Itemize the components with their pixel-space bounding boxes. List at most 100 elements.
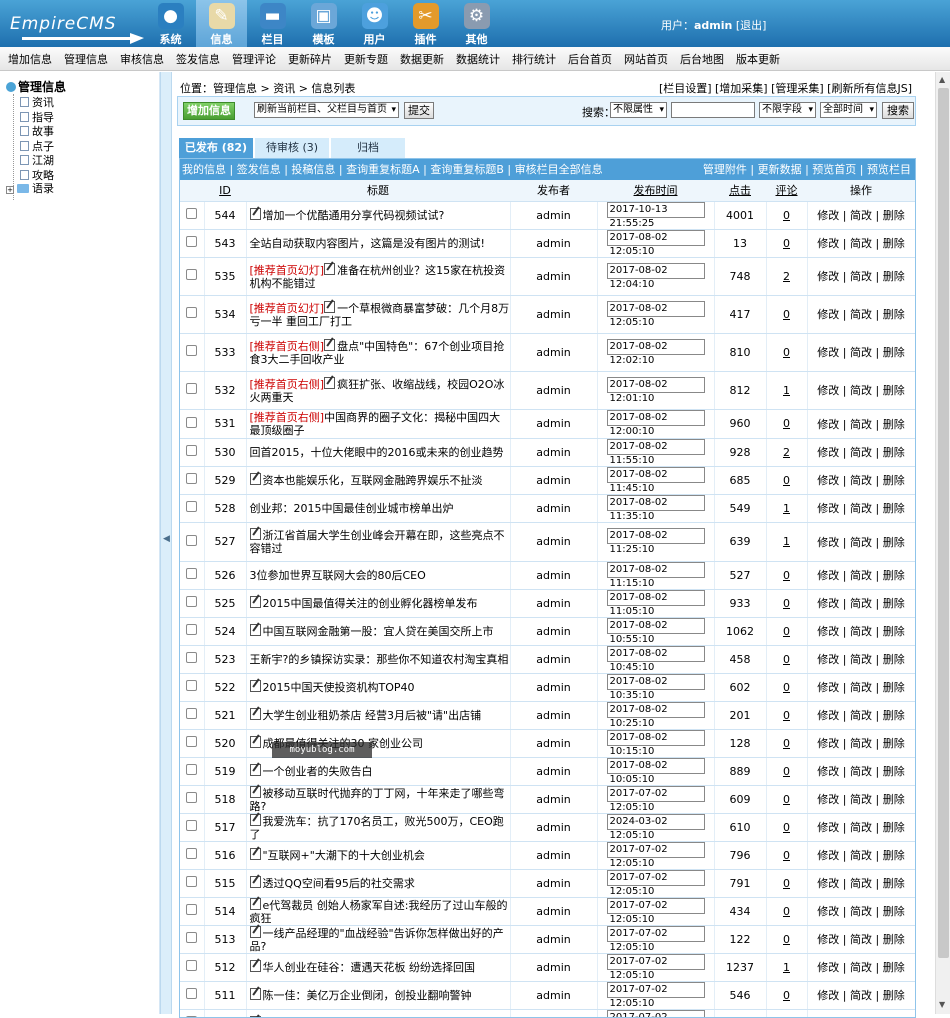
nav-2[interactable]: ▬栏目 bbox=[247, 0, 298, 47]
add-info-button[interactable]: 增加信息 bbox=[183, 102, 235, 120]
row-title[interactable]: 回首2015，十位大佬眼中的2016或未来的创业趋势 bbox=[250, 446, 504, 459]
subnav-item[interactable]: 管理评论 bbox=[232, 51, 276, 67]
row-checkbox[interactable] bbox=[186, 764, 197, 775]
row-checkbox[interactable] bbox=[186, 736, 197, 747]
row-time[interactable]: 2017-08-02 11:45:10 bbox=[607, 467, 705, 483]
subnav-item[interactable]: 网站首页 bbox=[624, 51, 668, 67]
row-ops[interactable]: 修改 | 简改 | 删除 bbox=[817, 653, 904, 666]
row-comments[interactable]: 0 bbox=[783, 793, 790, 806]
row-time[interactable]: 2017-08-02 11:55:10 bbox=[607, 439, 705, 455]
collapse-arrow-icon[interactable]: ◀ bbox=[163, 534, 170, 544]
row-title[interactable]: 大学生创业租奶茶店 经营3月后被"请"出店铺 bbox=[263, 709, 482, 722]
subnav-item[interactable]: 后台地图 bbox=[680, 51, 724, 67]
filter-links-left[interactable]: 我的信息 | 签发信息 | 投稿信息 | 查询重复标题A | 查询重复标题B |… bbox=[182, 163, 603, 176]
nav-1[interactable]: ✎信息 bbox=[196, 0, 247, 47]
row-ops[interactable]: 修改 | 简改 | 删除 bbox=[817, 308, 904, 321]
row-title[interactable]: 资本也能娱乐化，互联网金融跨界娱乐不扯淡 bbox=[263, 474, 483, 487]
tree-folder[interactable]: +语录 bbox=[6, 180, 54, 196]
row-comments[interactable]: 0 bbox=[783, 877, 790, 890]
time-select[interactable]: 全部时间 bbox=[820, 102, 877, 118]
row-checkbox[interactable] bbox=[186, 904, 197, 915]
row-checkbox[interactable] bbox=[186, 501, 197, 512]
row-title[interactable]: 增加一个优酷通用分享代码视频试试? bbox=[263, 209, 445, 222]
filter-links-right[interactable]: 管理附件 | 更新数据 | 预览首页 | 预览栏目 bbox=[703, 159, 911, 180]
logout-link[interactable]: [退出] bbox=[736, 19, 767, 32]
field-select[interactable]: 不限字段 bbox=[759, 102, 816, 118]
row-comments[interactable]: 0 bbox=[783, 653, 790, 666]
tab-2[interactable]: 归档 bbox=[331, 138, 405, 158]
row-comments[interactable]: 0 bbox=[783, 933, 790, 946]
row-comments[interactable]: 0 bbox=[783, 308, 790, 321]
row-ops[interactable]: 修改 | 简改 | 删除 bbox=[817, 569, 904, 582]
subnav-item[interactable]: 更新专题 bbox=[344, 51, 388, 67]
row-title[interactable]: 被移动互联时代抛弃的丁丁网，十年来走了哪些弯路? bbox=[250, 787, 505, 813]
search-input[interactable] bbox=[671, 102, 755, 118]
row-time[interactable]: 2017-08-02 12:01:10 bbox=[607, 377, 705, 393]
row-title[interactable]: 2015中国最值得关注的创业孵化器榜单发布 bbox=[263, 597, 478, 610]
row-checkbox[interactable] bbox=[186, 932, 197, 943]
row-title[interactable]: 我爱洗车：抗了170名员工，败光500万，CEO跑了 bbox=[250, 815, 504, 841]
subnav-item[interactable]: 签发信息 bbox=[176, 51, 220, 67]
row-time[interactable]: 2017-10-13 21:55:25 bbox=[607, 202, 705, 218]
row-time[interactable]: 2017-07-02 12:05:10 bbox=[607, 870, 705, 886]
subnav-item[interactable]: 版本更新 bbox=[736, 51, 780, 67]
row-title[interactable]: 创业邦：2015中国最佳创业城市榜单出炉 bbox=[250, 502, 454, 515]
recommend-tag[interactable]: [推荐首页右侧] bbox=[250, 411, 325, 424]
nav-6[interactable]: ⚙其他 bbox=[451, 0, 502, 47]
row-checkbox[interactable] bbox=[186, 269, 197, 280]
row-time[interactable]: 2017-08-02 12:05:10 bbox=[607, 301, 705, 317]
row-comments[interactable]: 0 bbox=[783, 821, 790, 834]
tab-1[interactable]: 待审核 (3) bbox=[255, 138, 329, 158]
row-comments[interactable]: 0 bbox=[783, 569, 790, 582]
row-time[interactable]: 2024-03-02 12:05:10 bbox=[607, 814, 705, 830]
row-checkbox[interactable] bbox=[186, 680, 197, 691]
row-checkbox[interactable] bbox=[186, 535, 197, 546]
subnav-item[interactable]: 更新碎片 bbox=[288, 51, 332, 67]
row-comments[interactable]: 0 bbox=[783, 417, 790, 430]
row-ops[interactable]: 修改 | 简改 | 删除 bbox=[817, 933, 904, 946]
row-time[interactable]: 2017-07-02 12:05:10 bbox=[607, 898, 705, 914]
row-ops[interactable]: 修改 | 简改 | 删除 bbox=[817, 209, 904, 222]
row-time[interactable]: 2017-08-02 11:35:10 bbox=[607, 495, 705, 511]
row-checkbox[interactable] bbox=[186, 307, 197, 318]
row-time[interactable]: 2017-08-02 12:05:10 bbox=[607, 230, 705, 246]
row-ops[interactable]: 修改 | 简改 | 删除 bbox=[817, 961, 904, 974]
row-time[interactable]: 2017-08-02 12:02:10 bbox=[607, 339, 705, 355]
row-checkbox[interactable] bbox=[186, 960, 197, 971]
row-comments[interactable]: 2 bbox=[783, 270, 790, 283]
row-time[interactable]: 2017-08-02 10:05:10 bbox=[607, 758, 705, 774]
nav-5[interactable]: ✂插件 bbox=[400, 0, 451, 47]
refresh-select[interactable]: 刷新当前栏目、父栏目与首页 bbox=[254, 102, 399, 118]
row-title[interactable]: 华人创业在硅谷：遭遇天花板 纷纷选择回国 bbox=[263, 961, 476, 974]
row-time[interactable]: 2017-08-02 10:55:10 bbox=[607, 618, 705, 634]
row-comments[interactable]: 1 bbox=[783, 961, 790, 974]
subnav-item[interactable]: 后台首页 bbox=[568, 51, 612, 67]
row-ops[interactable]: 修改 | 简改 | 删除 bbox=[817, 502, 904, 515]
row-checkbox[interactable] bbox=[186, 624, 197, 635]
expand-icon[interactable]: + bbox=[6, 186, 14, 194]
row-title[interactable]: 3位参加世界互联网大会的80后CEO bbox=[250, 569, 426, 582]
row-time[interactable]: 2017-08-02 11:25:10 bbox=[607, 528, 705, 544]
submit-button[interactable]: 提交 bbox=[404, 102, 434, 119]
nav-3[interactable]: ▣模板 bbox=[298, 0, 349, 47]
row-comments[interactable]: 0 bbox=[783, 597, 790, 610]
row-checkbox[interactable] bbox=[186, 445, 197, 456]
nav-4[interactable]: ☻用户 bbox=[349, 0, 400, 47]
recommend-tag[interactable]: [推荐首页幻灯] bbox=[250, 264, 325, 277]
row-time[interactable]: 2017-08-02 10:35:10 bbox=[607, 674, 705, 690]
row-ops[interactable]: 修改 | 简改 | 删除 bbox=[817, 625, 904, 638]
subnav-item[interactable]: 管理信息 bbox=[64, 51, 108, 67]
row-ops[interactable]: 修改 | 简改 | 删除 bbox=[817, 597, 904, 610]
row-ops[interactable]: 修改 | 简改 | 删除 bbox=[817, 446, 904, 459]
row-checkbox[interactable] bbox=[186, 208, 197, 219]
row-comments[interactable]: 0 bbox=[783, 346, 790, 359]
breadcrumb-path[interactable]: 管理信息 > 资讯 > 信息列表 bbox=[213, 82, 355, 95]
row-checkbox[interactable] bbox=[186, 792, 197, 803]
row-title[interactable]: 一个创业者的失败告白 bbox=[263, 765, 373, 778]
row-ops[interactable]: 修改 | 简改 | 删除 bbox=[817, 237, 904, 250]
row-time[interactable]: 2017-07-02 12:05:10 bbox=[607, 982, 705, 998]
row-comments[interactable]: 0 bbox=[783, 237, 790, 250]
subnav-item[interactable]: 数据更新 bbox=[400, 51, 444, 67]
row-ops[interactable]: 修改 | 简改 | 删除 bbox=[817, 989, 904, 1002]
row-ops[interactable]: 修改 | 简改 | 删除 bbox=[817, 384, 904, 397]
